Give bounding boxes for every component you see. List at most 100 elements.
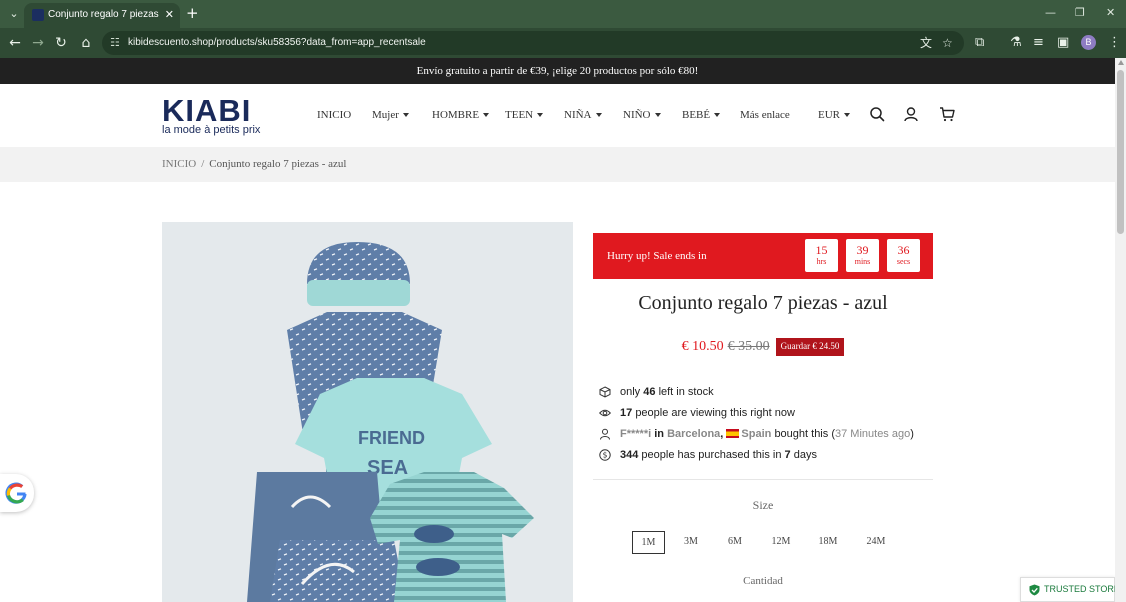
trusted-store-badge[interactable]: TRUSTED STORE [1020, 577, 1120, 602]
size-option-1m[interactable]: 1M [632, 531, 665, 554]
back-icon[interactable]: ← [6, 34, 24, 52]
compare-price: € 35.00 [727, 339, 770, 354]
browser-toolbar: ← → ↻ ⌂ ☷ kibidescuento.shop/products/sk… [0, 28, 1126, 58]
price-row: € 10.50 € 35.00 Guardar € 24.50 [593, 336, 933, 358]
countdown-seconds-unit: secs [896, 257, 911, 266]
scroll-up-arrow-icon[interactable] [1118, 60, 1124, 65]
caret-down-icon [402, 113, 409, 118]
search-icon[interactable] [869, 106, 885, 122]
countdown-seconds: 36 secs [887, 239, 920, 272]
nav-item-mujer[interactable]: Mujer [372, 108, 409, 122]
new-tab-icon[interactable]: + [186, 5, 199, 21]
nav-item-bebe[interactable]: BEBÉ [682, 108, 721, 122]
viewers-count: 17 [620, 407, 633, 419]
svg-text:$: $ [603, 451, 608, 460]
google-icon [5, 482, 27, 504]
caret-down-icon [654, 113, 661, 118]
bookmark-star-icon[interactable]: ☆ [942, 36, 953, 50]
tab-search-chevron-icon[interactable]: ⌄ [6, 6, 22, 22]
purchase-time-ago: 37 Minutes ago [835, 428, 911, 440]
side-panel-icon[interactable]: ▣ [1057, 34, 1069, 52]
home-icon[interactable]: ⌂ [77, 34, 95, 52]
spain-flag-icon [726, 429, 740, 438]
window-close-icon[interactable]: ✕ [1106, 6, 1115, 20]
browser-tab[interactable]: Conjunto regalo 7 piezas - azul ✕ [24, 3, 180, 28]
trusted-store-label: TRUSTED STORE [1044, 584, 1120, 594]
nav-item-inicio[interactable]: INICIO [317, 108, 351, 122]
extensions-icon[interactable]: ⧉ [975, 34, 984, 52]
brand-tagline: la mode à petits prix [162, 124, 261, 136]
nav-item-nino[interactable]: NIÑO [623, 108, 661, 122]
countdown-seconds-value: 36 [897, 243, 910, 257]
nav-item-hombre[interactable]: HOMBRE [432, 108, 490, 122]
eye-icon [599, 409, 611, 417]
restore-icon[interactable]: ❐ [1075, 6, 1085, 20]
brand-logo[interactable]: KIABI la mode à petits prix [162, 93, 261, 136]
quantity-label: Cantidad [743, 575, 783, 587]
breadcrumb-home-link[interactable]: INICIO [162, 158, 196, 170]
buyer-country: Spain [741, 428, 772, 440]
sale-countdown-banner: Hurry up! Sale ends in 15 hrs 39 mins 36… [593, 233, 933, 279]
dollar-coin-icon: $ [599, 449, 611, 461]
buyer-city: Barcelona [667, 428, 721, 440]
nav-item-nina[interactable]: NIÑA [564, 108, 602, 122]
caret-down-icon [483, 113, 490, 118]
profile-avatar[interactable]: B [1081, 35, 1096, 50]
size-option-3m[interactable]: 3M [676, 531, 706, 554]
breadcrumb-separator: / [201, 158, 205, 170]
announcement-bar: Envío gratuito a partir de €39, ¡elige 2… [0, 58, 1115, 84]
caret-down-icon [844, 113, 850, 118]
google-widget-button[interactable] [0, 474, 34, 512]
user-icon [600, 428, 610, 440]
translate-icon[interactable]: 文 [920, 36, 932, 50]
size-label: Size [752, 498, 774, 512]
tab-close-icon[interactable]: ✕ [165, 8, 174, 22]
reading-list-icon[interactable]: ≡ [1033, 34, 1044, 52]
savings-badge: Guardar € 24.50 [775, 338, 845, 356]
breadcrumb: INICIO / Conjunto regalo 7 piezas - azul [0, 147, 1115, 182]
product-image[interactable]: FRIEND SEA [162, 222, 573, 602]
forward-icon[interactable]: → [29, 34, 47, 52]
reload-icon[interactable]: ↻ [52, 34, 70, 52]
tab-title: Conjunto regalo 7 piezas - azul [48, 9, 160, 20]
sale-countdown-text: Hurry up! Sale ends in [607, 250, 707, 262]
sale-price: € 10.50 [681, 339, 724, 354]
buyer-name: F*****i [620, 428, 652, 440]
favicon-icon [32, 9, 44, 21]
site-info-icon[interactable]: ☷ [110, 36, 120, 50]
nav-item-mas-enlace[interactable]: Más enlace [740, 108, 790, 122]
countdown-minutes: 39 mins [846, 239, 879, 272]
caret-down-icon [595, 113, 602, 118]
size-option-18m[interactable]: 18M [811, 531, 845, 554]
product-title: Conjunto regalo 7 piezas - azul [638, 292, 888, 314]
account-icon[interactable] [903, 106, 919, 122]
address-bar[interactable]: ☷ kibidescuento.shop/products/sku58356?d… [102, 31, 964, 55]
scroll-thumb[interactable] [1117, 70, 1124, 234]
minimize-icon[interactable]: — [1045, 6, 1056, 20]
cart-icon[interactable] [939, 106, 955, 122]
divider [593, 479, 933, 480]
browser-tab-bar: ⌄ Conjunto regalo 7 piezas - azul ✕ + — … [0, 0, 1126, 28]
nav-item-teen[interactable]: TEEN [505, 108, 544, 122]
currency-selector[interactable]: EUR [818, 108, 850, 122]
brand-name: KIABI [162, 93, 252, 128]
countdown-hours-value: 15 [815, 243, 828, 257]
breadcrumb-current: Conjunto regalo 7 piezas - azul [209, 158, 347, 170]
caret-down-icon [714, 113, 721, 118]
stock-count: 46 [643, 386, 656, 398]
countdown-minutes-value: 39 [856, 243, 869, 257]
labs-flask-icon[interactable]: ⚗ [1010, 34, 1022, 52]
browser-menu-icon[interactable]: ⋮ [1108, 34, 1121, 52]
url-text[interactable]: kibidescuento.shop/products/sku58356?dat… [128, 36, 426, 50]
page-scrollbar[interactable] [1115, 58, 1126, 602]
site-header: KIABI la mode à petits prix INICIO Mujer… [0, 84, 1115, 146]
size-option-6m[interactable]: 6M [720, 531, 750, 554]
size-option-24m[interactable]: 24M [858, 531, 894, 554]
caret-down-icon [537, 113, 544, 118]
size-option-12m[interactable]: 12M [764, 531, 798, 554]
box-icon [599, 386, 611, 398]
svg-text:FRIEND: FRIEND [358, 428, 425, 448]
countdown-minutes-unit: mins [854, 257, 871, 266]
purchased-days: 7 [784, 449, 791, 461]
countdown-hours-unit: hrs [816, 257, 827, 266]
